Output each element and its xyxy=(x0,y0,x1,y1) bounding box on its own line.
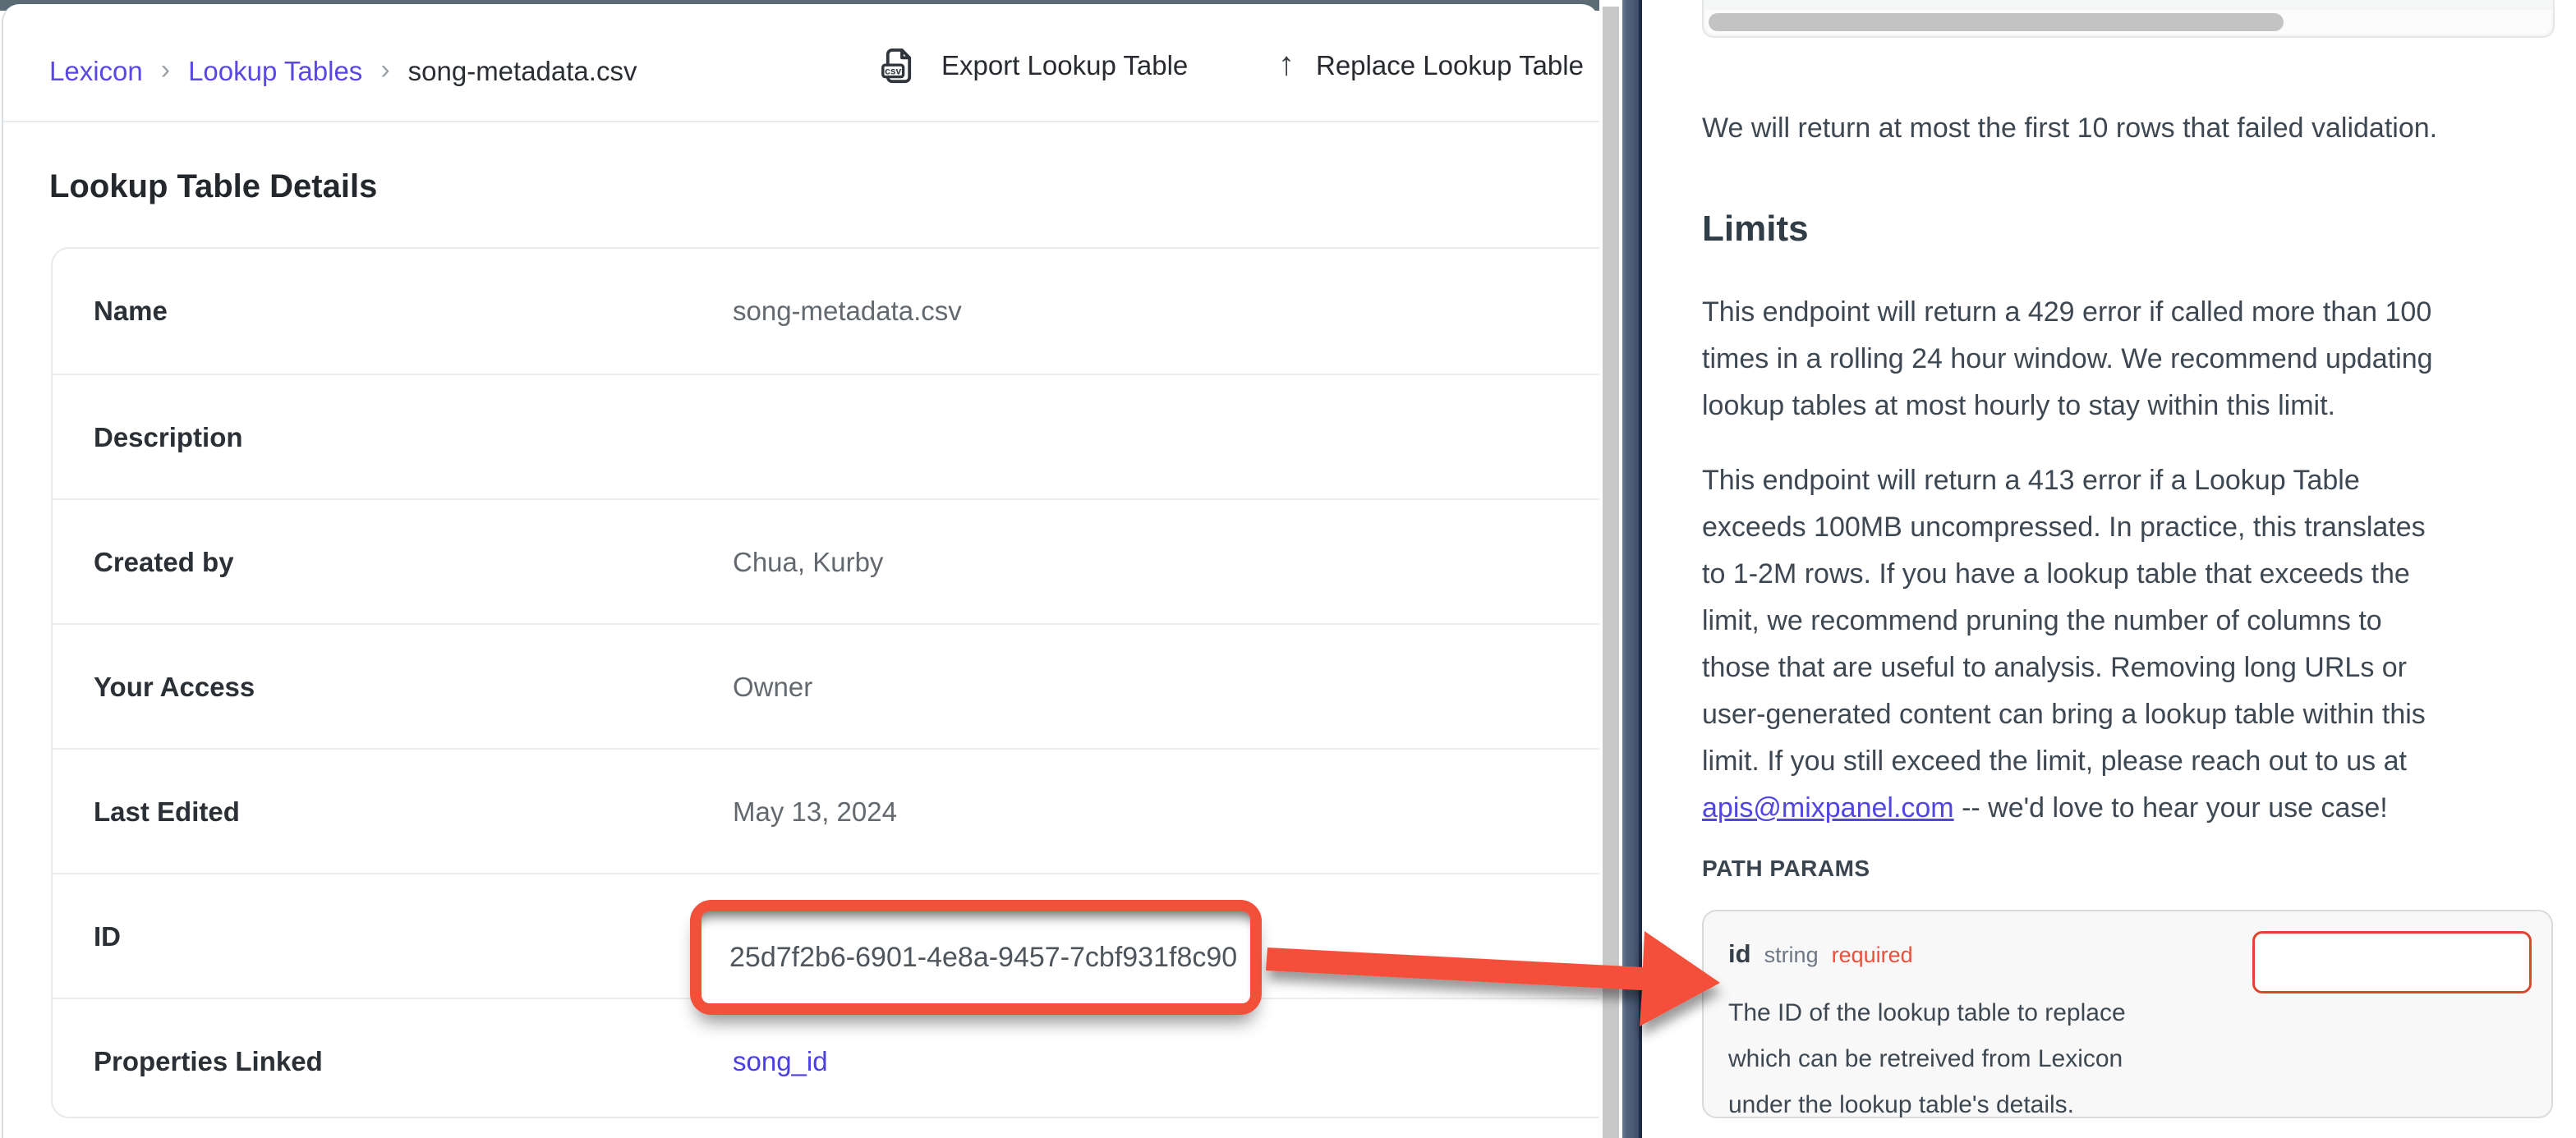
apis-mixpanel-email-link[interactable]: apis@mixpanel.com xyxy=(1702,792,1954,824)
paragraph-line-tail: -- we'd love to hear your use case! xyxy=(1954,792,2388,824)
replace-button-label: Replace Lookup Table xyxy=(1316,50,1584,81)
row-label: Created by xyxy=(94,547,234,578)
paragraph-line: This endpoint will return a 413 error if… xyxy=(1702,457,2426,504)
paragraph-line: exceeds 100MB uncompressed. In practice,… xyxy=(1702,504,2426,551)
table-row-last-edited: Last Edited May 13, 2024 xyxy=(53,750,1599,874)
paragraph-line: to 1-2M rows. If you have a lookup table… xyxy=(1702,551,2426,598)
row-label: Description xyxy=(94,422,243,453)
limits-paragraph-429: This endpoint will return a 429 error if… xyxy=(1702,289,2433,429)
docs-intro-text: We will return at most the first 10 rows… xyxy=(1702,105,2437,152)
export-lookup-table-button[interactable]: csv Export Lookup Table xyxy=(877,43,1188,89)
lookup-table-id-value: 25d7f2b6-6901-4e8a-9457-7cbf931f8c90 xyxy=(702,911,1250,1003)
paragraph-line: times in a rolling 24 hour window. We re… xyxy=(1702,336,2433,383)
row-label: Properties Linked xyxy=(94,1046,323,1077)
upload-arrow-icon: ↑ xyxy=(1278,46,1295,83)
param-header: id string required xyxy=(1728,939,1913,969)
song-id-link[interactable]: song_id xyxy=(733,1046,828,1077)
param-required-badge: required xyxy=(1832,943,1913,968)
paragraph-line: those that are useful to analysis. Remov… xyxy=(1702,645,2426,691)
page-title: Lookup Table Details xyxy=(49,168,377,205)
lookup-table-details-window: Lexicon › Lookup Tables › song-metadata.… xyxy=(2,4,1599,1138)
table-row-created-by: Created by Chua, Kurby xyxy=(53,500,1599,625)
paragraph-line: apis@mixpanel.com -- we'd love to hear y… xyxy=(1702,785,2426,832)
param-description-line: The ID of the lookup table to replace xyxy=(1728,990,2188,1036)
path-param-card: id string required The ID of the lookup … xyxy=(1702,910,2553,1118)
screenshot-canvas: Lexicon › Lookup Tables › song-metadata.… xyxy=(0,0,2576,1138)
paragraph-line: lookup tables at most hourly to stay wit… xyxy=(1702,383,2433,429)
path-params-section-label: PATH PARAMS xyxy=(1702,856,1870,882)
row-label: ID xyxy=(94,921,121,952)
table-row-description: Description xyxy=(53,375,1599,500)
limits-heading: Limits xyxy=(1702,209,1809,250)
param-description: The ID of the lookup table to replace wh… xyxy=(1728,990,2188,1128)
window-divider xyxy=(1622,0,1642,1138)
code-scrollbar[interactable] xyxy=(1709,13,2284,31)
table-row-your-access: Your Access Owner xyxy=(53,625,1599,750)
row-value: Chua, Kurby xyxy=(733,547,883,578)
row-label: Last Edited xyxy=(94,796,240,828)
breadcrumb-separator-icon: › xyxy=(161,54,170,86)
svg-text:csv: csv xyxy=(885,66,901,77)
row-value: Owner xyxy=(733,672,812,703)
breadcrumb: Lexicon › Lookup Tables › song-metadata.… xyxy=(49,51,637,92)
row-value: May 13, 2024 xyxy=(733,796,897,828)
code-block-bottom xyxy=(1702,0,2555,38)
export-button-label: Export Lookup Table xyxy=(941,50,1188,81)
csv-file-icon: csv xyxy=(877,44,920,87)
breadcrumb-lexicon-link[interactable]: Lexicon xyxy=(49,56,143,87)
paragraph-line: user-generated content can bring a looku… xyxy=(1702,691,2426,738)
table-row-properties-linked: Properties Linked song_id xyxy=(53,999,1599,1124)
row-value: song-metadata.csv xyxy=(733,296,962,327)
row-label: Name xyxy=(94,296,168,327)
breadcrumb-separator-icon: › xyxy=(380,54,389,86)
id-annotation-red-box: 25d7f2b6-6901-4e8a-9457-7cbf931f8c90 xyxy=(690,900,1262,1015)
left-window-scrollbar[interactable] xyxy=(1603,7,1619,1138)
param-type: string xyxy=(1764,943,1819,968)
table-row-name: Name song-metadata.csv xyxy=(53,249,1599,374)
header-divider xyxy=(3,121,1599,122)
breadcrumb-current-page: song-metadata.csv xyxy=(408,56,637,87)
param-description-line: under the lookup table's details. xyxy=(1728,1082,2188,1128)
paragraph-line: limit. If you still exceed the limit, pl… xyxy=(1702,738,2426,785)
limits-paragraph-413: This endpoint will return a 413 error if… xyxy=(1702,457,2426,832)
paragraph-line: limit, we recommend pruning the number o… xyxy=(1702,598,2426,645)
param-id-input[interactable] xyxy=(2252,931,2532,993)
row-label: Your Access xyxy=(94,672,255,703)
paragraph-line: This endpoint will return a 429 error if… xyxy=(1702,289,2433,336)
breadcrumb-lookup-tables-link[interactable]: Lookup Tables xyxy=(188,56,362,87)
param-description-line: which can be retreived from Lexicon xyxy=(1728,1036,2188,1082)
code-scrollbar-track xyxy=(1705,10,2551,34)
param-name: id xyxy=(1728,939,1751,969)
replace-lookup-table-button[interactable]: ↑ Replace Lookup Table xyxy=(1278,43,1584,89)
